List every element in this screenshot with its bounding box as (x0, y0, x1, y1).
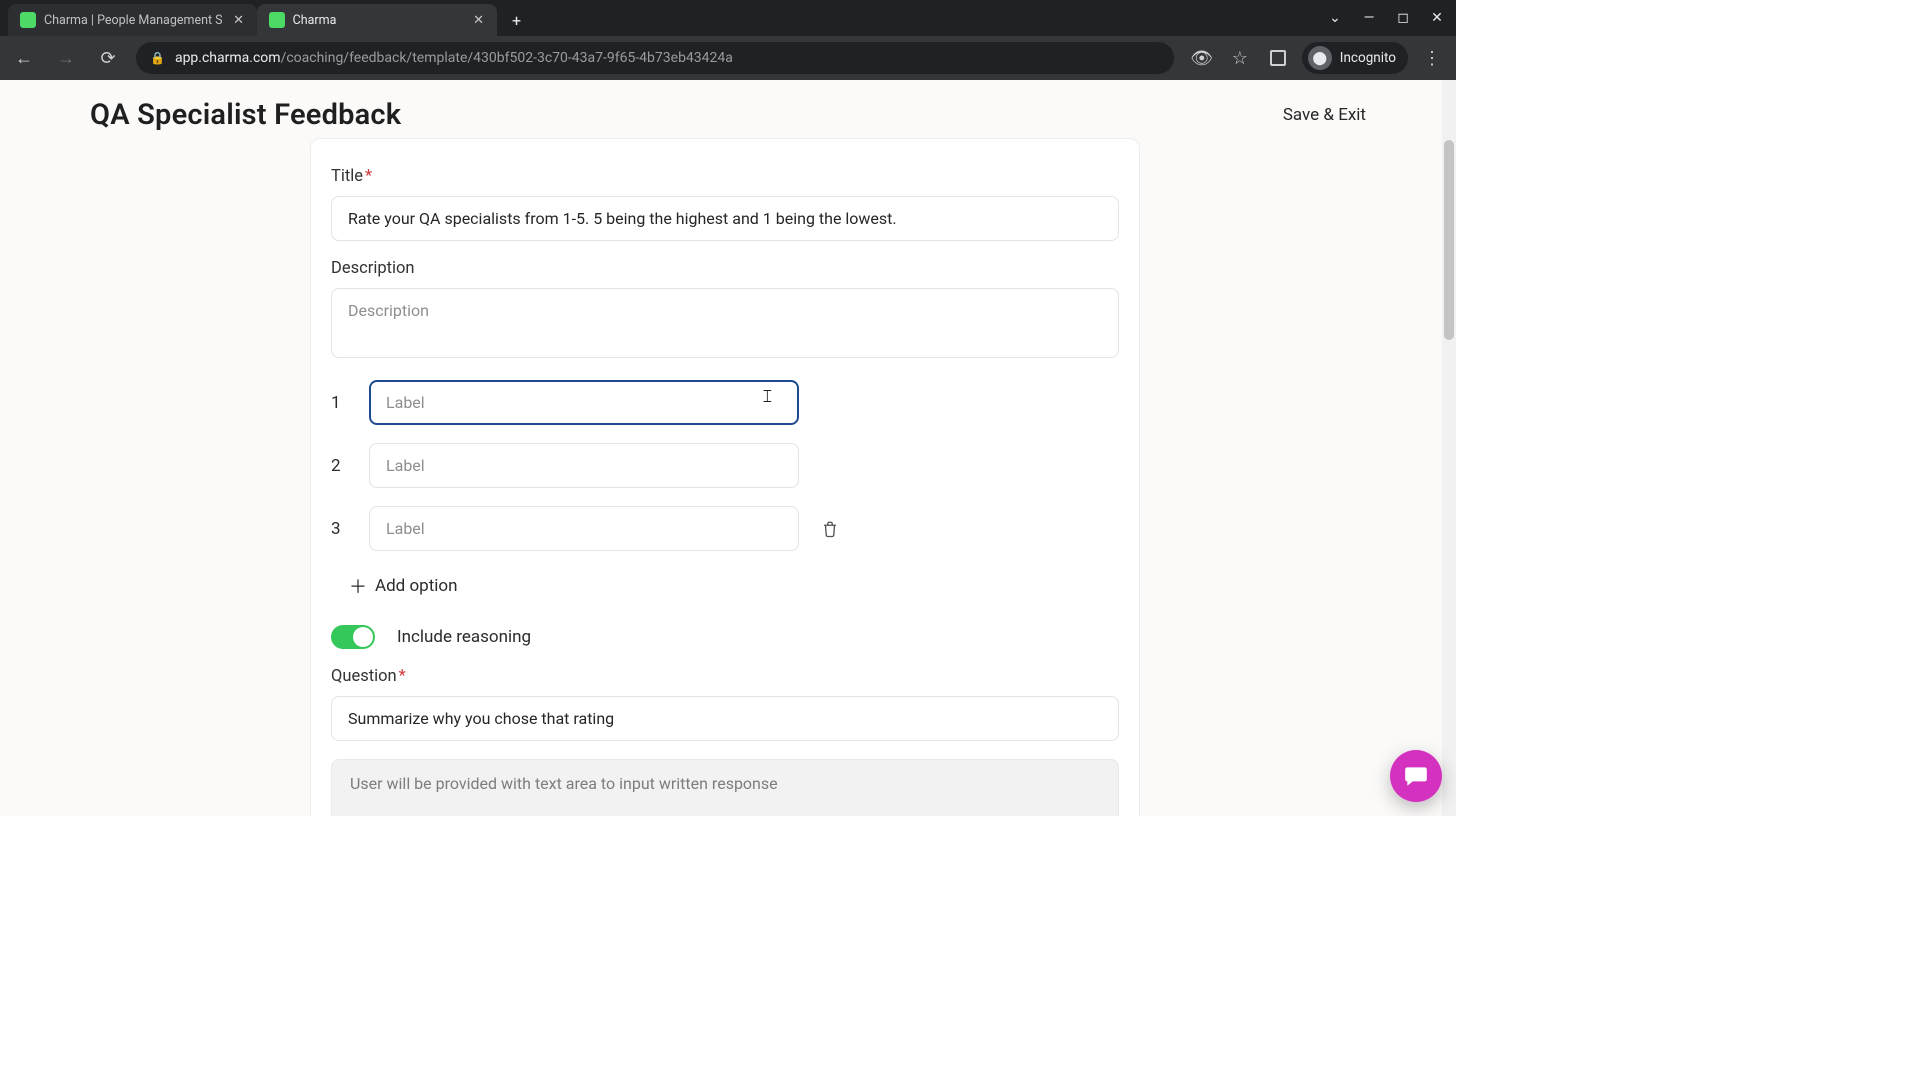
question-label: Question* (331, 667, 1119, 686)
browser-chrome: Charma | People Management S ✕ Charma ✕ … (0, 0, 1456, 80)
option-number: 2 (331, 456, 349, 476)
add-option-label: Add option (375, 576, 458, 596)
title-label: Title* (331, 167, 1119, 186)
page: QA Specialist Feedback Save & Exit Title… (0, 80, 1456, 816)
nav-forward-button[interactable]: → (52, 44, 80, 72)
description-input[interactable] (331, 288, 1119, 358)
tab-charma[interactable]: Charma ✕ (257, 4, 497, 36)
save-exit-button[interactable]: Save & Exit (1283, 105, 1366, 125)
title-block: Title* (331, 167, 1119, 241)
option-label-input[interactable] (369, 443, 799, 488)
options-list: 1 2 3 𝙸 ＋ Add option (331, 380, 1119, 603)
incognito-avatar-icon: ⬤ (1308, 46, 1332, 70)
toggle-knob (353, 627, 373, 647)
option-label-input[interactable] (369, 506, 799, 551)
incognito-chip[interactable]: ⬤ Incognito (1302, 42, 1408, 74)
required-marker: * (399, 667, 406, 686)
chat-bubble-button[interactable] (1390, 750, 1442, 802)
option-number: 3 (331, 519, 349, 539)
chevron-down-icon[interactable]: ⌄ (1320, 3, 1350, 33)
url-path: /coaching/feedback/template/430bf502-3c7… (281, 50, 733, 66)
close-icon[interactable]: ✕ (231, 12, 247, 28)
chat-icon (1403, 763, 1429, 789)
url-field[interactable]: 🔒 app.charma.com/coaching/feedback/templ… (136, 42, 1174, 74)
option-row: 2 (331, 443, 1119, 488)
reload-button[interactable]: ⟳ (94, 44, 122, 72)
include-reasoning-row: Include reasoning (331, 625, 1119, 649)
page-header: QA Specialist Feedback Save & Exit (0, 80, 1456, 144)
include-reasoning-label: Include reasoning (397, 627, 531, 647)
trash-icon[interactable] (819, 518, 841, 540)
tab-strip: Charma | People Management S ✕ Charma ✕ … (0, 0, 1456, 36)
response-area-readonly: User will be provided with text area to … (331, 759, 1119, 816)
page-title: QA Specialist Feedback (90, 98, 401, 132)
scrollbar[interactable] (1442, 80, 1456, 816)
option-number: 1 (331, 393, 349, 413)
include-reasoning-toggle[interactable] (331, 625, 375, 649)
maximize-button[interactable]: ◻ (1388, 3, 1418, 33)
question-block: Question* (331, 667, 1119, 741)
favicon-icon (269, 12, 285, 28)
add-option-button[interactable]: ＋ Add option (331, 569, 460, 603)
url-text: app.charma.com/coaching/feedback/templat… (175, 50, 733, 66)
tab-people-management[interactable]: Charma | People Management S ✕ (8, 4, 257, 36)
form-card: Title* Description 1 2 3 (310, 138, 1140, 816)
tab-title: Charma (293, 13, 463, 28)
option-label-input[interactable] (369, 380, 799, 425)
close-icon[interactable]: ✕ (471, 12, 487, 28)
incognito-label: Incognito (1340, 50, 1396, 66)
tab-title: Charma | People Management S (44, 13, 223, 28)
option-row: 1 (331, 380, 1119, 425)
plus-icon: ＋ (349, 573, 367, 599)
star-icon[interactable]: ☆ (1226, 44, 1254, 72)
eye-off-icon[interactable]: 👁 (1188, 44, 1216, 72)
kebab-menu-icon[interactable]: ⋮ (1418, 44, 1446, 72)
question-input[interactable] (331, 696, 1119, 741)
title-input[interactable] (331, 196, 1119, 241)
lock-icon: 🔒 (150, 51, 165, 65)
minimize-button[interactable]: — (1354, 3, 1384, 33)
description-label: Description (331, 259, 1119, 278)
scrollbar-thumb[interactable] (1444, 140, 1454, 340)
description-block: Description (331, 259, 1119, 362)
favicon-icon (20, 12, 36, 28)
url-host: app.charma.com (175, 50, 281, 66)
option-row: 3 (331, 506, 1119, 551)
extensions-icon[interactable] (1264, 44, 1292, 72)
new-tab-button[interactable]: + (503, 6, 531, 34)
window-controls: ⌄ — ◻ ✕ (1320, 0, 1452, 36)
question-label-text: Question (331, 667, 397, 686)
window-close-button[interactable]: ✕ (1422, 3, 1452, 33)
required-marker: * (365, 167, 372, 186)
address-bar: ← → ⟳ 🔒 app.charma.com/coaching/feedback… (0, 36, 1456, 80)
nav-back-button[interactable]: ← (10, 44, 38, 72)
title-label-text: Title (331, 167, 363, 186)
